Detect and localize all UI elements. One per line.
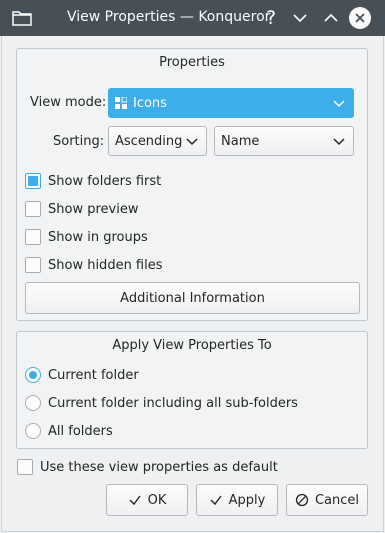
- cancel-label: Cancel: [314, 492, 360, 508]
- show-folders-first-checkbox[interactable]: Show folders first: [25, 171, 161, 191]
- sort-by-select[interactable]: Name: [214, 126, 354, 156]
- apply-to-group-title: Apply View Properties To: [112, 338, 272, 353]
- show-preview-checkbox[interactable]: Show preview: [25, 199, 138, 219]
- sort-order-select[interactable]: Ascending: [108, 126, 207, 156]
- chevron-down-icon: [186, 136, 198, 146]
- cancel-button[interactable]: Cancel: [286, 484, 368, 516]
- view-mode-label: View mode:: [30, 95, 107, 110]
- cancel-icon: [295, 493, 309, 507]
- radio-button[interactable]: [25, 395, 41, 411]
- view-mode-select[interactable]: Icons: [108, 88, 354, 118]
- apply-label: Apply: [228, 492, 266, 508]
- properties-group-title: Properties: [159, 55, 225, 70]
- radio-label: All folders: [48, 423, 113, 439]
- all-folders-radio[interactable]: All folders: [25, 421, 113, 441]
- sorting-label: Sorting:: [53, 134, 105, 149]
- check-icon: [128, 493, 142, 507]
- chevron-down-icon: [333, 98, 345, 108]
- radio-button[interactable]: [25, 367, 41, 383]
- folder-icon[interactable]: [12, 10, 32, 26]
- sort-by-value: Name: [221, 133, 260, 149]
- ok-button[interactable]: OK: [106, 484, 188, 516]
- sort-order-value: Ascending: [115, 133, 183, 149]
- checkbox[interactable]: [25, 257, 41, 273]
- view-mode-value: Icons: [133, 95, 167, 111]
- checkbox-label: Use these view properties as default: [40, 459, 278, 475]
- checkbox[interactable]: [25, 173, 41, 189]
- window-title: View Properties — Konqueror: [67, 9, 271, 25]
- help-icon[interactable]: ?: [260, 7, 282, 29]
- checkbox-label: Show hidden files: [48, 257, 163, 273]
- apply-button[interactable]: Apply: [196, 484, 278, 516]
- maximize-icon[interactable]: [320, 7, 342, 29]
- radio-button[interactable]: [25, 423, 41, 439]
- current-folder-radio[interactable]: Current folder: [25, 365, 139, 385]
- checkbox-label: Show in groups: [48, 229, 148, 245]
- checkbox[interactable]: [25, 201, 41, 217]
- use-as-default-checkbox[interactable]: Use these view properties as default: [17, 457, 278, 477]
- checkbox-label: Show preview: [48, 201, 139, 217]
- current-folder-subfolders-radio[interactable]: Current folder including all sub-folders: [25, 393, 298, 413]
- show-hidden-files-checkbox[interactable]: Show hidden files: [25, 255, 163, 275]
- minimize-icon[interactable]: [289, 7, 311, 29]
- checkbox-label: Show folders first: [48, 173, 162, 189]
- icons-view-icon: [115, 96, 128, 109]
- additional-information-button[interactable]: Additional Information: [25, 282, 360, 314]
- radio-label: Current folder including all sub-folders: [48, 395, 298, 411]
- check-icon: [209, 493, 223, 507]
- show-in-groups-checkbox[interactable]: Show in groups: [25, 227, 148, 247]
- chevron-down-icon: [333, 136, 345, 146]
- checkbox[interactable]: [17, 459, 33, 475]
- ok-label: OK: [147, 492, 167, 508]
- radio-label: Current folder: [48, 367, 139, 383]
- checkbox[interactable]: [25, 229, 41, 245]
- title-bar: View Properties — Konqueror ?: [0, 0, 385, 36]
- close-icon[interactable]: [349, 7, 371, 29]
